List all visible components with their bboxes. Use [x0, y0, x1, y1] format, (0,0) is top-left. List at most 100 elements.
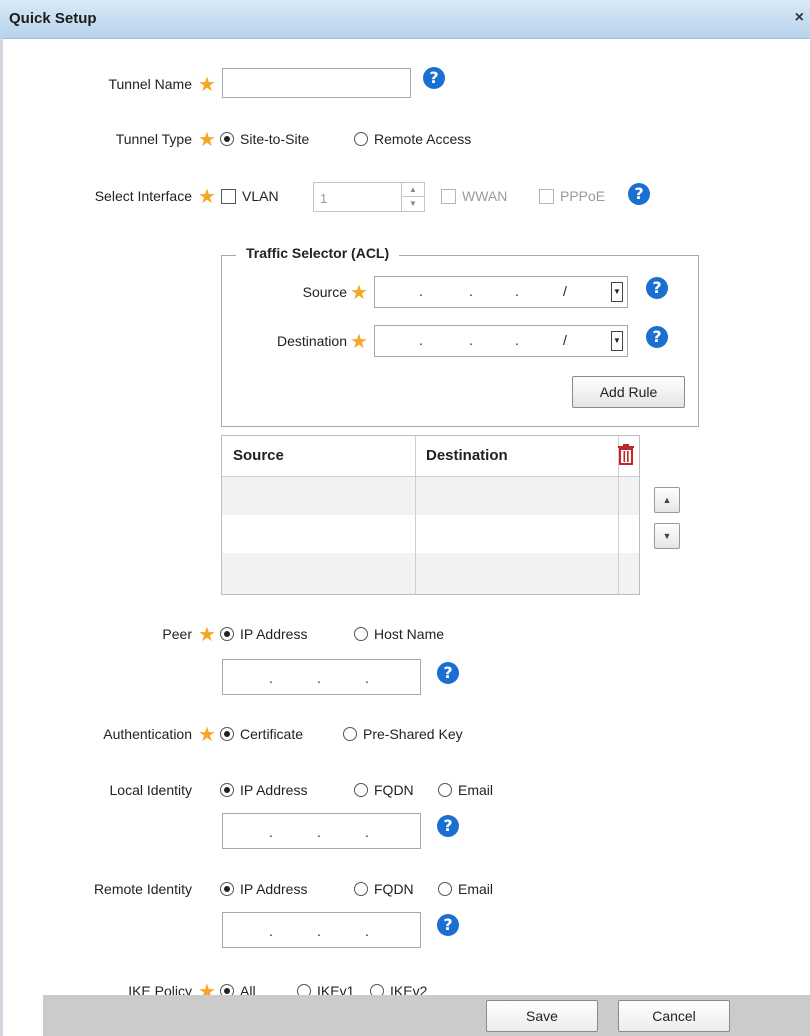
stepper-up-icon[interactable]: ▲	[402, 183, 424, 197]
radio-label: Pre-Shared Key	[363, 726, 463, 742]
required-star-icon: ★	[350, 331, 368, 353]
radio-pre-shared-key[interactable]: Pre-Shared Key	[343, 726, 463, 742]
source-label: Source	[302, 284, 347, 300]
required-star-icon: ★	[198, 74, 216, 96]
radio-selected-icon	[220, 132, 234, 146]
column-header-source[interactable]: Source	[233, 447, 284, 464]
radio-remote-ip-address[interactable]: IP Address	[220, 881, 307, 897]
destination-label: Destination	[276, 333, 347, 349]
help-icon[interactable]: ?	[423, 67, 445, 89]
radio-unselected-icon	[438, 783, 452, 797]
vlan-value: 1	[320, 191, 328, 206]
help-icon[interactable]: ?	[437, 914, 459, 936]
required-star-icon: ★	[198, 624, 216, 646]
radio-unselected-icon	[354, 627, 368, 641]
help-icon[interactable]: ?	[646, 326, 668, 348]
table-header: Source Destination	[222, 436, 639, 477]
radio-site-to-site[interactable]: Site-to-Site	[220, 131, 309, 147]
radio-remote-email[interactable]: Email	[438, 881, 493, 897]
radio-selected-icon	[220, 627, 234, 641]
rules-table: Source Destination	[221, 435, 640, 595]
required-star-icon: ★	[198, 724, 216, 746]
remote-identity-ip-input[interactable]: . . .	[222, 912, 421, 948]
radio-selected-icon	[220, 882, 234, 896]
radio-label: Email	[458, 782, 494, 798]
radio-peer-host-name[interactable]: Host Name	[354, 626, 444, 642]
checkbox-label: PPPoE	[560, 188, 606, 204]
radio-remote-access[interactable]: Remote Access	[354, 131, 471, 147]
radio-label: IP Address	[240, 782, 308, 798]
tunnel-type-label: Tunnel Type	[115, 131, 192, 147]
dropdown-icon[interactable]: ▼	[611, 282, 623, 302]
dialog-titlebar: Quick Setup ×	[0, 0, 810, 39]
move-up-button[interactable]: ▲	[654, 487, 680, 513]
radio-unselected-icon	[354, 882, 368, 896]
vlan-stepper[interactable]: 1 ▲ ▼	[313, 182, 425, 212]
radio-label: IP Address	[240, 881, 308, 897]
close-icon[interactable]: ×	[795, 9, 804, 27]
traffic-selector-legend: Traffic Selector (ACL)	[236, 245, 400, 261]
table-row[interactable]	[222, 553, 639, 594]
checkbox-label: VLAN	[242, 188, 279, 204]
required-star-icon: ★	[198, 186, 216, 208]
destination-ip-input[interactable]: . . . / ▼	[374, 325, 628, 357]
save-button[interactable]: Save	[486, 1000, 598, 1032]
help-icon[interactable]: ?	[628, 183, 650, 205]
trash-icon[interactable]	[616, 443, 636, 465]
checkbox-icon	[221, 188, 236, 204]
radio-unselected-icon	[354, 132, 368, 146]
radio-label: Remote Access	[374, 131, 472, 147]
dialog-title: Quick Setup	[9, 10, 97, 27]
dropdown-icon[interactable]: ▼	[611, 331, 623, 351]
checkbox-icon	[539, 188, 554, 204]
stepper-buttons: ▲ ▼	[401, 183, 424, 211]
radio-label: FQDN	[374, 782, 414, 798]
local-identity-label: Local Identity	[109, 782, 193, 798]
column-divider	[415, 436, 416, 594]
radio-local-fqdn[interactable]: FQDN	[354, 782, 414, 798]
move-down-button[interactable]: ▼	[654, 523, 680, 549]
checkbox-icon	[441, 188, 456, 204]
dialog-footer: Save Cancel	[43, 995, 810, 1036]
checkbox-wwan[interactable]: WWAN	[441, 188, 507, 204]
radio-label: Certificate	[240, 726, 304, 742]
help-icon[interactable]: ?	[437, 662, 459, 684]
tunnel-name-label: Tunnel Name	[108, 76, 192, 92]
required-star-icon: ★	[198, 129, 216, 151]
radio-label: Email	[458, 881, 494, 897]
column-header-destination[interactable]: Destination	[426, 447, 508, 464]
radio-unselected-icon	[354, 783, 368, 797]
select-interface-label: Select Interface	[94, 188, 192, 204]
radio-label: FQDN	[374, 881, 414, 897]
radio-label: Site-to-Site	[240, 131, 310, 147]
radio-unselected-icon	[343, 727, 357, 741]
peer-label: Peer	[162, 626, 192, 642]
radio-remote-fqdn[interactable]: FQDN	[354, 881, 414, 897]
radio-peer-ip-address[interactable]: IP Address	[220, 626, 307, 642]
checkbox-label: WWAN	[462, 188, 508, 204]
radio-label: IP Address	[240, 626, 308, 642]
stepper-down-icon[interactable]: ▼	[402, 197, 424, 210]
radio-local-ip-address[interactable]: IP Address	[220, 782, 307, 798]
radio-selected-icon	[220, 783, 234, 797]
radio-certificate[interactable]: Certificate	[220, 726, 303, 742]
table-row[interactable]	[222, 515, 639, 553]
radio-local-email[interactable]: Email	[438, 782, 493, 798]
local-identity-ip-input[interactable]: . . .	[222, 813, 421, 849]
help-icon[interactable]: ?	[437, 815, 459, 837]
radio-label: Host Name	[374, 626, 445, 642]
add-rule-button[interactable]: Add Rule	[572, 376, 685, 408]
help-icon[interactable]: ?	[646, 277, 668, 299]
cancel-button[interactable]: Cancel	[618, 1000, 730, 1032]
remote-identity-label: Remote Identity	[93, 881, 192, 897]
dialog-left-border	[0, 38, 3, 1036]
radio-selected-icon	[220, 727, 234, 741]
checkbox-pppoe[interactable]: PPPoE	[539, 188, 605, 204]
radio-unselected-icon	[438, 882, 452, 896]
authentication-label: Authentication	[103, 726, 192, 742]
source-ip-input[interactable]: . . . / ▼	[374, 276, 628, 308]
checkbox-vlan[interactable]: VLAN	[221, 188, 279, 204]
table-row[interactable]	[222, 477, 639, 515]
peer-ip-input[interactable]: . . .	[222, 659, 421, 695]
tunnel-name-input[interactable]	[222, 68, 411, 98]
